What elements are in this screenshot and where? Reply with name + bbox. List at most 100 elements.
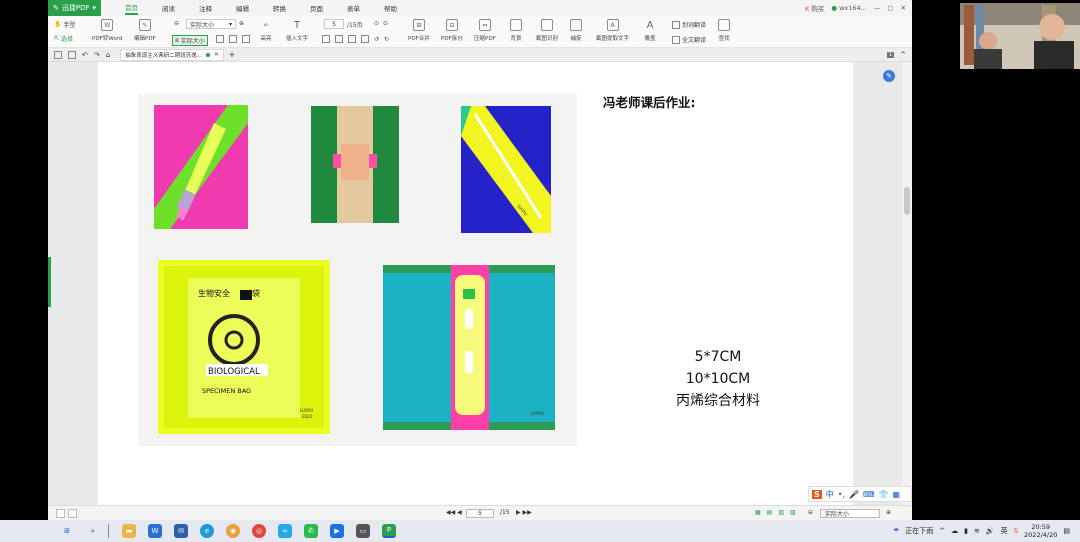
menu-edit[interactable]: 编辑	[236, 3, 249, 13]
double-view-icon[interactable]	[335, 35, 343, 43]
double-mode-icon[interactable]: ▤	[767, 509, 773, 516]
compress-pdf-button[interactable]: ⇔ 压缩PDF	[474, 19, 496, 42]
hand-tool-button[interactable]: ✋ 手型	[54, 20, 76, 29]
pdf-split-button[interactable]: ⊟ PDF拆分	[441, 19, 463, 42]
next-last-page-icon[interactable]: ▶ ▶▶	[516, 509, 532, 516]
purchase-link[interactable]: K 购买	[805, 3, 824, 13]
zoom-out-status-icon[interactable]: ⊖	[808, 509, 813, 516]
app-menu-button[interactable]: ✎ 迅捷PDF ▾	[48, 0, 102, 16]
close-icon[interactable]: ✕	[901, 4, 906, 12]
menu-annotate[interactable]: 注释	[199, 3, 212, 13]
fit-page-icon[interactable]	[229, 35, 237, 43]
translate-button[interactable]: 划词翻译	[672, 20, 706, 29]
zoom-in-status-icon[interactable]: ⊕	[886, 509, 891, 516]
status-zoom-select[interactable]: 实际大小	[820, 509, 880, 518]
pdf-to-word-button[interactable]: W PDF转Word	[92, 19, 122, 42]
new-tab-icon[interactable]: +	[229, 50, 236, 59]
full-translate-button[interactable]: 全文翻译	[672, 35, 706, 44]
undo-icon[interactable]: ↶	[82, 51, 88, 59]
wechat-icon[interactable]: ✆	[304, 524, 318, 538]
menu-home[interactable]: 首页	[125, 2, 139, 15]
close-tab-icon[interactable]: ✕	[214, 52, 219, 58]
zoom-in-button[interactable]: ⊕	[239, 20, 244, 27]
menu-read[interactable]: 阅读	[162, 3, 175, 13]
grid-view-icon[interactable]	[361, 35, 369, 43]
pdf-merge-button[interactable]: ⊞ PDF合并	[408, 19, 430, 42]
file-explorer-icon[interactable]: ▬	[122, 524, 136, 538]
hand-icon: ✋	[54, 21, 62, 28]
minimize-icon[interactable]: —	[874, 4, 881, 12]
find-button[interactable]: 查找	[718, 19, 730, 42]
word-app-icon[interactable]: W	[148, 524, 162, 538]
search-icon[interactable]: ⌕	[86, 524, 100, 538]
ai-assistant-button[interactable]: ✎	[883, 70, 895, 82]
netease-music-icon[interactable]: ◎	[252, 524, 266, 538]
book-mode-icon[interactable]: ▧	[790, 509, 796, 516]
mail-icon[interactable]: ✉	[174, 524, 188, 538]
tencent-meeting-icon[interactable]: ▶	[330, 524, 344, 538]
vertical-scrollbar[interactable]	[902, 62, 912, 505]
notification-icon[interactable]: ▤	[1063, 527, 1070, 535]
next-page-icon[interactable]: ⊙	[383, 20, 388, 27]
single-view-icon[interactable]	[322, 35, 330, 43]
zoom-out-button[interactable]: ⊖	[174, 20, 179, 27]
volume-icon[interactable]: 🔊	[986, 527, 995, 535]
clock[interactable]: 20:59 2022/4/20	[1024, 523, 1057, 539]
side-panel-handle[interactable]	[48, 257, 51, 307]
select-tool-button[interactable]: ⇱ 选择	[54, 34, 73, 43]
screen-capture-icon[interactable]: ▭	[356, 524, 370, 538]
screenshot-ocr-button[interactable]: 截图识别	[536, 19, 558, 42]
rotate-right-icon[interactable]: ↻	[384, 36, 389, 43]
actual-size-button[interactable]: ⧈ 实际大小	[172, 35, 208, 46]
menu-help[interactable]: 帮助	[384, 3, 397, 13]
ime-toolbar[interactable]: S 中 •, 🎤 ⌨ 👕 ▦	[808, 486, 912, 502]
prev-page-icon[interactable]: ⊙	[374, 20, 379, 27]
page-number-input[interactable]: 5	[324, 19, 344, 29]
status-page-input[interactable]: 5	[466, 509, 494, 518]
insert-text-button[interactable]: T 插入文字	[286, 19, 308, 43]
highlight-button[interactable]: ✍ 高亮	[260, 19, 272, 43]
edge-browser-icon[interactable]: e	[200, 524, 214, 538]
page-total-label: /15页	[347, 22, 363, 29]
document-tab[interactable]: 抽象表现主义弗研二期班苏逸... ✕	[120, 48, 224, 61]
edit-pdf-button[interactable]: ✎ 编辑PDF	[134, 19, 156, 42]
capture-button[interactable]: 捕捉	[570, 19, 582, 42]
tray-expand-icon[interactable]: ^	[939, 527, 945, 535]
thumbnail-toggle-icon[interactable]	[56, 509, 65, 518]
cloud-icon[interactable]: ☁	[951, 527, 958, 535]
collapse-icon[interactable]: ^	[900, 51, 906, 59]
menu-form[interactable]: 表单	[347, 3, 360, 13]
windows-start-icon[interactable]: ⊞	[60, 524, 74, 538]
ime-tray-icon[interactable]: 英	[1001, 526, 1008, 536]
first-prev-page-icon[interactable]: ◀◀ ◀	[446, 509, 462, 516]
print-icon[interactable]	[54, 50, 62, 59]
cover-button[interactable]: A 覆盖	[644, 19, 656, 43]
zoom-select[interactable]: 实际大小 ▾	[186, 19, 236, 29]
network-icon[interactable]: ≋	[974, 527, 980, 535]
save-icon[interactable]	[68, 50, 76, 59]
continuous-view-icon[interactable]	[348, 35, 356, 43]
menu-page[interactable]: 页面	[310, 3, 323, 13]
single-page-icon[interactable]	[242, 35, 250, 43]
status-zoom-value: 实际大小	[825, 511, 850, 518]
background-button[interactable]: 背景	[510, 19, 522, 42]
redo-icon[interactable]: ↷	[94, 51, 100, 59]
chrome-browser-icon[interactable]: ◉	[226, 524, 240, 538]
vertical-scrollbar-thumb[interactable]	[904, 187, 910, 215]
restore-icon[interactable]: ▢	[887, 4, 893, 12]
user-account[interactable]: ● wx164...	[831, 4, 867, 12]
weather-text[interactable]: 正在下雨	[905, 526, 933, 536]
pdf-app-taskbar-icon[interactable]: P	[382, 524, 396, 538]
screenshot-text-button[interactable]: A 截图提取文字	[596, 19, 629, 42]
usb-icon[interactable]: ▮	[964, 527, 968, 535]
sogou-tray-icon[interactable]: S	[1014, 527, 1018, 535]
rotate-left-icon[interactable]: ↺	[374, 36, 379, 43]
sidebar-toggle-icon[interactable]: 1	[886, 51, 895, 58]
menu-convert[interactable]: 转换	[273, 3, 286, 13]
home-icon[interactable]: ⌂	[106, 51, 110, 59]
photos-app-icon[interactable]: ∞	[278, 524, 292, 538]
single-mode-icon[interactable]: ▦	[755, 509, 761, 516]
bookmark-toggle-icon[interactable]	[68, 509, 77, 518]
scroll-mode-icon[interactable]: ▥	[778, 509, 784, 516]
fit-width-icon[interactable]	[216, 35, 224, 43]
